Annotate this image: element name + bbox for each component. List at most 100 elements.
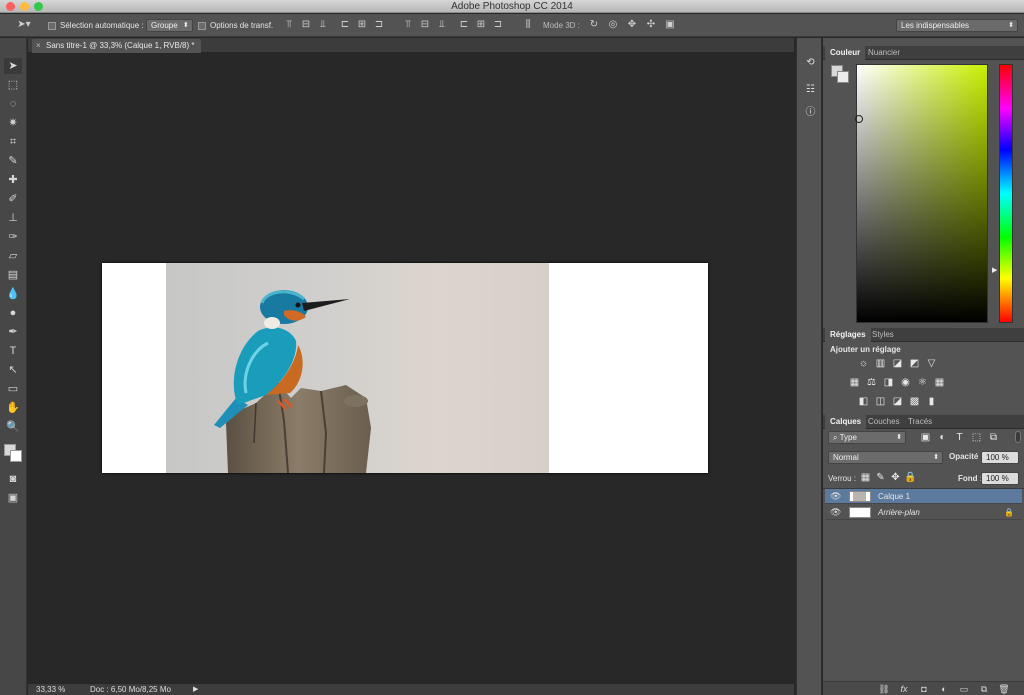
hue-saturation-icon[interactable]: ▦ xyxy=(848,377,861,389)
checkbox-box[interactable] xyxy=(198,21,206,30)
tab-layers[interactable]: Calques xyxy=(825,415,867,429)
new-layer-icon[interactable]: ⧉ xyxy=(978,684,990,694)
vibrance-icon[interactable]: ▽ xyxy=(925,358,938,370)
dodge-tool-icon[interactable]: ● xyxy=(4,305,22,321)
tab-channels[interactable]: Couches xyxy=(863,415,905,429)
tab-paths[interactable]: Tracés xyxy=(903,415,937,429)
status-menu-arrow-icon[interactable]: ▶ xyxy=(193,684,198,695)
color-picker-handle[interactable] xyxy=(855,115,863,123)
opacity-input[interactable]: 100 % xyxy=(981,451,1019,464)
add-mask-icon[interactable]: ◘ xyxy=(918,684,930,694)
screen-mode-icon[interactable]: ▣ xyxy=(4,490,22,506)
marquee-tool-icon[interactable]: ⬚ xyxy=(4,77,22,93)
layer-row-calque-1[interactable]: 👁 Calque 1 xyxy=(825,489,1022,504)
distribute-vcenter-icon[interactable]: ⊟ xyxy=(419,19,431,31)
canvas-area[interactable] xyxy=(28,54,794,683)
channel-mixer-icon[interactable]: ⚛ xyxy=(916,377,929,389)
tab-color[interactable]: Couleur xyxy=(825,46,866,60)
distribute-right-icon[interactable]: ⊐ xyxy=(492,19,504,31)
move-tool-preset-icon[interactable]: ➤▾ xyxy=(14,19,34,31)
rectangle-tool-icon[interactable]: ▭ xyxy=(4,381,22,397)
curves-icon[interactable]: ◪ xyxy=(891,358,904,370)
filter-pixel-icon[interactable]: ▣ xyxy=(919,432,932,444)
auto-select-checkbox[interactable]: Sélection automatique : xyxy=(48,20,144,32)
history-brush-tool-icon[interactable]: ✑ xyxy=(4,229,22,245)
visibility-eye-icon[interactable]: 👁 xyxy=(830,489,841,504)
workspace-dropdown[interactable]: Les indispensables ⬍ xyxy=(896,19,1018,32)
distribute-hcenter-icon[interactable]: ⊞ xyxy=(475,19,487,31)
distribute-top-icon[interactable]: ⫪ xyxy=(402,19,414,31)
blur-tool-icon[interactable]: 💧 xyxy=(4,286,22,302)
color-balance-icon[interactable]: ⚖ xyxy=(865,377,878,389)
filter-type-icon[interactable]: T xyxy=(953,432,966,444)
layer-row-background[interactable]: 👁 Arrière-plan 🔒 xyxy=(825,505,1022,520)
type-tool-icon[interactable]: T xyxy=(4,343,22,359)
align-vcenter-icon[interactable]: ⊟ xyxy=(300,19,312,31)
history-panel-icon[interactable]: ⟲ xyxy=(804,56,817,69)
brush-tool-icon[interactable]: ✐ xyxy=(4,191,22,207)
roll-3d-icon[interactable]: ◎ xyxy=(607,19,619,31)
layer-style-icon[interactable]: fx xyxy=(898,684,910,694)
filter-shape-icon[interactable]: ⬚ xyxy=(970,432,983,444)
properties-panel-icon[interactable]: ☷ xyxy=(804,83,817,96)
posterize-icon[interactable]: ◫ xyxy=(874,396,887,408)
selective-color-icon[interactable]: ▩ xyxy=(908,396,921,408)
scale-3d-icon[interactable]: ▣ xyxy=(664,19,676,31)
distribute-bottom-icon[interactable]: ⫫ xyxy=(436,19,448,31)
exposure-icon[interactable]: ◩ xyxy=(908,358,921,370)
color-field[interactable] xyxy=(856,64,988,323)
filter-adjustment-icon[interactable]: ◐ xyxy=(936,432,949,444)
document-tab[interactable]: × Sans titre-1 @ 33,3% (Calque 1, RVB/8)… xyxy=(32,39,201,53)
filter-toggle[interactable] xyxy=(1015,431,1021,443)
lock-image-icon[interactable]: ✎ xyxy=(874,472,887,484)
photo-filter-icon[interactable]: ◉ xyxy=(899,377,912,389)
move-tool-icon[interactable]: ➤ xyxy=(4,58,22,74)
hue-slider[interactable] xyxy=(999,64,1013,323)
gradient-tool-icon[interactable]: ▤ xyxy=(4,267,22,283)
align-left-icon[interactable]: ⊏ xyxy=(339,19,351,31)
slide-3d-icon[interactable]: ✣ xyxy=(645,19,657,31)
bg-color-chip[interactable] xyxy=(837,71,849,83)
black-white-icon[interactable]: ◨ xyxy=(882,377,895,389)
crop-tool-icon[interactable]: ⌗ xyxy=(4,134,22,150)
tab-styles[interactable]: Styles xyxy=(867,328,899,342)
align-right-icon[interactable]: ⊐ xyxy=(373,19,385,31)
quick-mask-icon[interactable]: ◙ xyxy=(4,471,22,487)
eraser-tool-icon[interactable]: ▱ xyxy=(4,248,22,264)
color-lookup-icon[interactable]: ▦ xyxy=(933,377,946,389)
lock-position-icon[interactable]: ✥ xyxy=(889,472,902,484)
zoom-tool-icon[interactable]: 🔍 xyxy=(4,419,22,435)
path-selection-tool-icon[interactable]: ↖ xyxy=(4,362,22,378)
align-top-icon[interactable]: ⫪ xyxy=(283,19,295,31)
eyedropper-tool-icon[interactable]: ✎ xyxy=(4,153,22,169)
close-tab-icon[interactable]: × xyxy=(36,39,41,53)
auto-select-dropdown[interactable]: Groupe ⬍ xyxy=(146,19,193,32)
lasso-tool-icon[interactable]: ◌ xyxy=(4,96,22,112)
zoom-level[interactable]: 33,33 % xyxy=(36,684,65,695)
align-hcenter-icon[interactable]: ⊞ xyxy=(356,19,368,31)
rotate-3d-icon[interactable]: ↻ xyxy=(588,19,600,31)
healing-brush-tool-icon[interactable]: ✚ xyxy=(4,172,22,188)
gradient-map-icon[interactable]: ▮ xyxy=(925,396,938,408)
pen-tool-icon[interactable]: ✒ xyxy=(4,324,22,340)
tab-adjustments[interactable]: Réglages xyxy=(825,328,871,342)
delete-layer-icon[interactable]: 🗑 xyxy=(998,684,1010,694)
clone-stamp-tool-icon[interactable]: ⊥ xyxy=(4,210,22,226)
filter-smart-object-icon[interactable]: ⧉ xyxy=(987,432,1000,444)
lock-all-icon[interactable]: 🔒 xyxy=(904,472,917,484)
invert-icon[interactable]: ◧ xyxy=(857,396,870,408)
blend-mode-dropdown[interactable]: Normal ⬍ xyxy=(828,451,943,464)
document-canvas[interactable] xyxy=(102,263,708,473)
background-color-swatch[interactable] xyxy=(10,450,22,462)
brightness-icon[interactable]: ☼ xyxy=(857,358,870,370)
drag-3d-icon[interactable]: ✥ xyxy=(626,19,638,31)
new-adjustment-icon[interactable]: ◐ xyxy=(938,684,950,694)
transform-controls-checkbox[interactable]: Options de transf. xyxy=(198,20,273,32)
checkbox-box[interactable] xyxy=(48,21,56,30)
lock-transparent-icon[interactable]: ▦ xyxy=(859,472,872,484)
align-bottom-icon[interactable]: ⫫ xyxy=(317,19,329,31)
layer-filter-dropdown[interactable]: ⌕ Type ⬍ xyxy=(828,431,906,444)
link-layers-icon[interactable]: ⛓ xyxy=(878,684,890,694)
levels-icon[interactable]: ▥ xyxy=(874,358,887,370)
hue-slider-handle[interactable]: ▶ xyxy=(992,266,997,274)
